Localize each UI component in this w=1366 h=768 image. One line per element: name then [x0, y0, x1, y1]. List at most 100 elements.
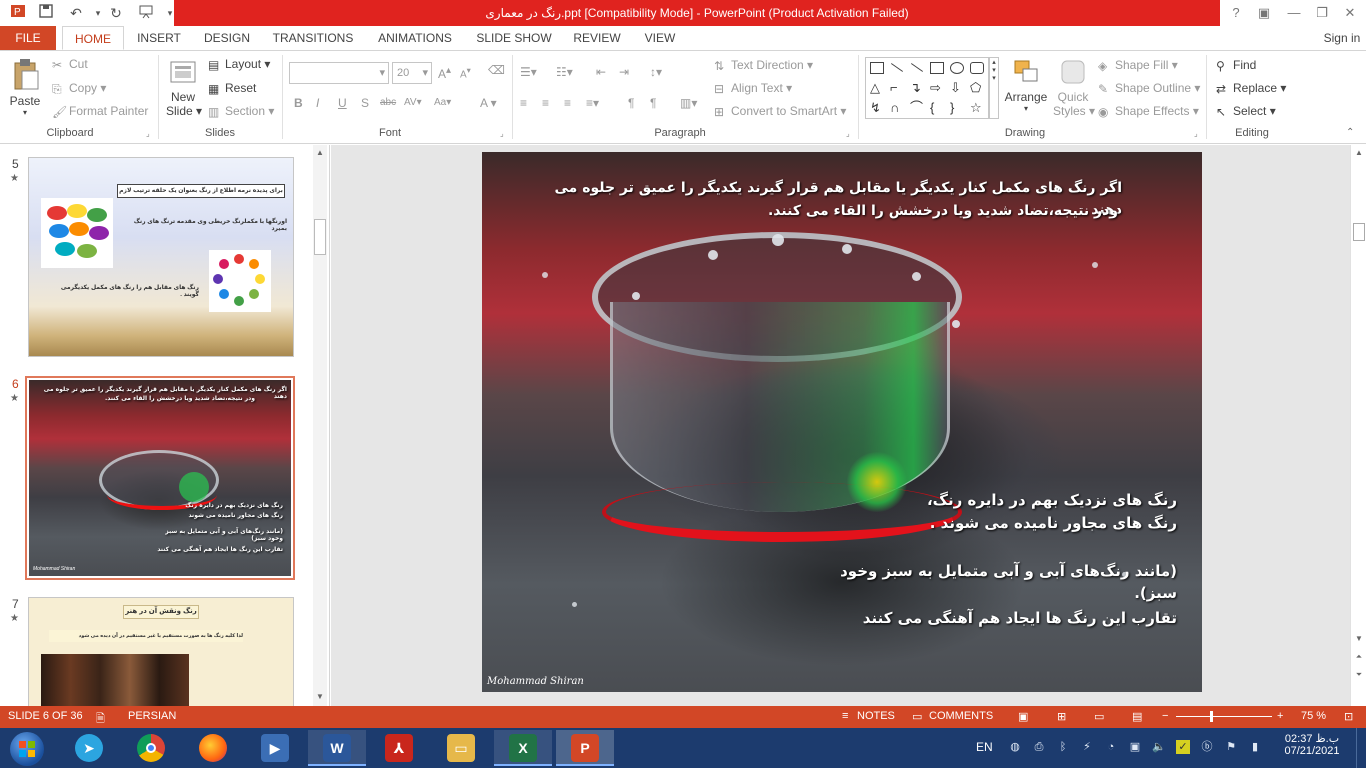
align-center-icon[interactable]: ≡: [542, 96, 549, 110]
shape-fill-button[interactable]: ◈ Shape Fill ▾: [1098, 58, 1178, 73]
freeform-shape-icon[interactable]: ↯: [870, 101, 884, 114]
next-slide-icon[interactable]: ⏷: [1352, 669, 1366, 681]
rounded-rectangle-shape-icon[interactable]: [970, 62, 984, 74]
tab-design[interactable]: DESIGN: [198, 26, 256, 50]
network-map-icon[interactable]: ◍: [1008, 740, 1022, 754]
pentagon-shape-icon[interactable]: ⬠: [970, 81, 984, 94]
app-b-icon[interactable]: ⓑ: [1200, 740, 1214, 754]
slide-body-text-4[interactable]: تقارب این رنگ ها ایجاد هم آهنگی می کنند: [842, 607, 1177, 629]
format-painter-button[interactable]: 🖌 Format Painter: [52, 104, 148, 119]
left-brace-icon[interactable]: {: [930, 101, 944, 114]
bullets-icon[interactable]: ☰▾: [520, 65, 537, 79]
tab-insert[interactable]: INSERT: [132, 26, 186, 50]
zoom-level[interactable]: 75 %: [1301, 710, 1326, 722]
connector-icon[interactable]: ↴: [910, 81, 924, 94]
undo-dropdown-icon[interactable]: ▾: [88, 3, 108, 23]
increase-indent-icon[interactable]: ⇥: [619, 65, 629, 79]
quick-styles-button[interactable]: Quick Styles ▾: [1053, 57, 1095, 118]
slide-body-text-2[interactable]: رنگ های مجاور نامیده می شوند .: [862, 512, 1177, 534]
slide-scrollbar[interactable]: ▲ ▼ ⏶ ⏷: [1350, 145, 1366, 706]
rtl-icon[interactable]: ¶: [650, 96, 656, 110]
slide-sorter-icon[interactable]: ⊞: [1057, 710, 1066, 723]
show-desktop-button[interactable]: [1356, 728, 1366, 768]
section-button[interactable]: ▥ Section ▾: [208, 104, 274, 119]
slide-thumbnail-6[interactable]: اگر رنگ های مکمل کنار یکدیگر یا مقابل هم…: [25, 376, 295, 580]
arrange-dropdown-icon[interactable]: ▾: [1004, 104, 1048, 113]
zoom-slider[interactable]: [1176, 716, 1272, 717]
restore-icon[interactable]: ❐: [1308, 2, 1336, 24]
comments-button[interactable]: COMMENTS: [929, 710, 993, 722]
word-app[interactable]: W: [308, 730, 366, 766]
slide-thumbnail-5[interactable]: برای پدیده نرمه اطلاع از رنگ بعنوان یک ح…: [28, 157, 294, 357]
excel-app[interactable]: X: [494, 730, 552, 766]
tab-home[interactable]: HOME: [62, 26, 124, 50]
select-button[interactable]: ↖ Select ▾: [1216, 104, 1276, 119]
font-launcher-icon[interactable]: ⌟: [500, 129, 504, 138]
text-shadow-button[interactable]: S: [361, 96, 369, 110]
telegram-app[interactable]: ➤: [60, 730, 118, 766]
align-text-button[interactable]: ⊟ Align Text ▾: [714, 81, 792, 96]
sign-in-link[interactable]: Sign in: [1320, 26, 1364, 50]
flash-icon[interactable]: ⚡: [1080, 740, 1094, 754]
notes-icon[interactable]: ≡: [842, 710, 848, 722]
tab-file[interactable]: FILE: [0, 26, 56, 50]
slide-body-text-3[interactable]: (مانند رنگ‌های آبی و آبی متمایل به سبز و…: [802, 560, 1177, 604]
numbering-icon[interactable]: ☷▾: [556, 65, 573, 79]
decrease-font-icon[interactable]: A▾: [460, 65, 471, 80]
action-center-icon[interactable]: ⚑: [1224, 740, 1238, 754]
triangle-shape-icon[interactable]: △: [870, 81, 884, 94]
ltr-icon[interactable]: ¶: [628, 96, 634, 110]
slideshow-view-icon[interactable]: ▤: [1132, 710, 1142, 723]
align-left-icon[interactable]: ≡: [520, 96, 527, 110]
shape-effects-button[interactable]: ◉ Shape Effects ▾: [1098, 104, 1199, 119]
clipboard-launcher-icon[interactable]: ⌟: [146, 129, 150, 138]
columns-icon[interactable]: ▥▾: [680, 96, 697, 110]
normal-view-icon[interactable]: ▣: [1018, 710, 1028, 723]
change-case-icon[interactable]: Aa▾: [434, 97, 451, 108]
font-size-combo[interactable]: 20 ▾: [392, 62, 432, 84]
thumbnails-scroll-thumb[interactable]: [314, 219, 326, 255]
zoom-in-icon[interactable]: +: [1277, 710, 1283, 722]
slide-thumbnail-7[interactable]: رنگ ونقش آن در هنر لذا کلیه رنگ ها به صو…: [28, 597, 294, 706]
font-color-icon[interactable]: A ▾: [480, 96, 497, 110]
down-arrow-shape-icon[interactable]: ⇩: [950, 81, 964, 94]
replace-button[interactable]: ⇄ Replace ▾: [1216, 81, 1286, 96]
media-player-app[interactable]: ▶: [246, 730, 304, 766]
increase-font-icon[interactable]: A▴: [438, 65, 451, 81]
reset-button[interactable]: ▦ Reset: [208, 81, 256, 96]
collapse-ribbon-icon[interactable]: ⌃: [1346, 127, 1354, 138]
comments-icon[interactable]: ▭: [912, 710, 922, 723]
justify-icon[interactable]: ≡▾: [586, 96, 599, 110]
wifi-signal-icon[interactable]: ▮: [1248, 740, 1262, 754]
new-slide-button[interactable]: New Slide ▾: [166, 57, 202, 118]
save-icon[interactable]: [36, 3, 56, 23]
file-explorer-app[interactable]: ▭: [432, 730, 490, 766]
redo-icon[interactable]: ↻: [106, 3, 126, 23]
scroll-up-icon[interactable]: ▲: [1352, 147, 1366, 159]
tab-transitions[interactable]: TRANSITIONS: [268, 26, 358, 50]
chrome-app[interactable]: [122, 730, 180, 766]
align-right-icon[interactable]: ≡: [564, 96, 571, 110]
line-shape-icon[interactable]: [890, 63, 904, 72]
zoom-slider-thumb[interactable]: [1210, 711, 1213, 722]
previous-slide-icon[interactable]: ⏶: [1352, 651, 1366, 663]
right-arrow-shape-icon[interactable]: ⇨: [930, 81, 944, 94]
scroll-up-icon[interactable]: ▲: [313, 147, 327, 159]
volume-icon[interactable]: 🔈: [1152, 740, 1166, 754]
minimize-icon[interactable]: —: [1280, 2, 1308, 24]
ribbon-display-options-icon[interactable]: ▣: [1250, 2, 1278, 24]
paragraph-launcher-icon[interactable]: ⌟: [846, 129, 850, 138]
bluetooth-icon[interactable]: ᛒ: [1056, 740, 1070, 754]
slide-top-text-2[interactable]: ودر نتیجه،تضاد شدید ویا درخشش را القاء م…: [522, 200, 1118, 222]
clock[interactable]: 02:37 ب.ظ 07/21/2021: [1282, 732, 1342, 757]
textbox-shape-icon[interactable]: [870, 62, 884, 74]
slide-canvas[interactable]: اگر رنگ های مکمل کنار یکدیگر یا مقابل هم…: [482, 152, 1202, 692]
bold-button[interactable]: B: [294, 96, 303, 110]
scroll-down-icon[interactable]: ▼: [1352, 633, 1366, 645]
paste-button[interactable]: Paste ▾: [8, 57, 42, 117]
fit-to-window-icon[interactable]: ⊡: [1344, 710, 1353, 723]
spelling-icon[interactable]: 🗎: [96, 710, 105, 729]
shapes-scroll[interactable]: ▴ ▾ ▾: [989, 57, 999, 119]
line-spacing-icon[interactable]: ↕▾: [650, 65, 662, 79]
tab-animations[interactable]: ANIMATIONS: [370, 26, 460, 50]
